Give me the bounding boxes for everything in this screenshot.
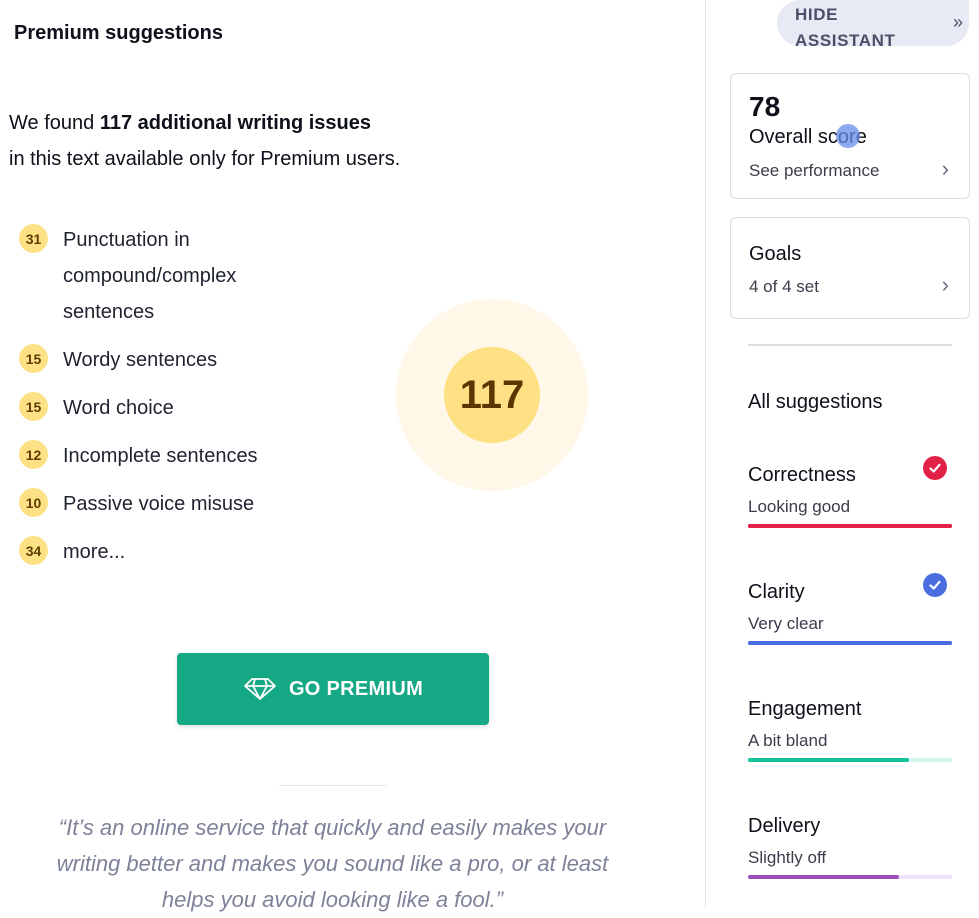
issue-count-badge: 31 bbox=[19, 224, 48, 253]
overall-score-value: 78 bbox=[749, 91, 781, 122]
category-status: Slightly off bbox=[748, 848, 827, 867]
checkmark-icon bbox=[923, 573, 947, 597]
category-progress-fill bbox=[748, 875, 899, 879]
category-status: A bit bland bbox=[748, 731, 828, 750]
issue-label: Passive voice misuse bbox=[63, 493, 255, 515]
chevron-right-icon: › bbox=[941, 272, 949, 297]
issue-count-badge: 34 bbox=[19, 536, 48, 565]
category-progress-fill bbox=[748, 641, 952, 645]
category-progress-track bbox=[748, 641, 952, 645]
category-progress-track bbox=[748, 875, 952, 879]
go-premium-label: GO PREMIUM bbox=[288, 677, 424, 700]
checkmark-icon bbox=[923, 456, 947, 480]
hide-assistant-label: HIDE ASSISTANT bbox=[795, 5, 896, 50]
issue-count-badge: 12 bbox=[19, 440, 48, 469]
issue-item: 34 more... bbox=[19, 534, 319, 570]
category-name: Engagement bbox=[748, 698, 862, 720]
category-name: Correctness bbox=[748, 464, 856, 486]
see-performance-link[interactable]: See performance bbox=[749, 161, 879, 181]
premium-issue-list: 31 Punctuation in compound/complex sente… bbox=[19, 222, 319, 582]
premium-panel: Premium suggestions We found 117 additio… bbox=[0, 0, 705, 912]
testimonial-quote: “It’s an online service that quickly and… bbox=[56, 815, 609, 912]
intro-suffix: in this text available only for Premium … bbox=[9, 148, 401, 170]
category-name: Clarity bbox=[748, 581, 805, 603]
issue-item: 12 Incomplete sentences bbox=[19, 438, 319, 474]
issue-count-badge: 15 bbox=[19, 344, 48, 373]
premium-intro: We found 117 additional writing issues i… bbox=[9, 105, 400, 177]
category-engagement[interactable]: Engagement A bit bland bbox=[748, 698, 952, 798]
intro-highlight: 117 additional writing issues bbox=[99, 112, 372, 134]
diamond-icon bbox=[244, 678, 276, 700]
issue-label: Wordy sentences bbox=[63, 349, 218, 371]
go-premium-button[interactable]: GO PREMIUM bbox=[177, 653, 489, 725]
issue-item: 15 Word choice bbox=[19, 390, 319, 426]
double-chevron-right-icon: » bbox=[952, 12, 963, 32]
all-suggestions-heading[interactable]: All suggestions bbox=[748, 391, 883, 414]
issue-label: Punctuation in compound/complex sentence… bbox=[63, 229, 237, 323]
category-status: Looking good bbox=[748, 497, 851, 516]
category-progress-track bbox=[748, 524, 952, 528]
category-progress-fill bbox=[748, 758, 910, 762]
sidebar-divider bbox=[748, 344, 952, 346]
panel-title: Premium suggestions bbox=[14, 22, 223, 44]
category-progress-track bbox=[748, 758, 952, 762]
goals-label: Goals bbox=[749, 243, 802, 265]
assistant-sidebar: HIDE ASSISTANT » 78 Overall score See pe… bbox=[705, 0, 979, 908]
overall-score-card[interactable]: 78 Overall score See performance › bbox=[730, 73, 970, 199]
overall-score-label: Overall score bbox=[749, 126, 867, 148]
category-name: Delivery bbox=[748, 815, 821, 837]
category-progress-fill bbox=[748, 524, 952, 528]
issue-item: 31 Punctuation in compound/complex sente… bbox=[19, 222, 319, 330]
intro-prefix: We found bbox=[9, 112, 100, 134]
issue-item: 15 Wordy sentences bbox=[19, 342, 319, 378]
issue-label: Word choice bbox=[63, 397, 174, 419]
hide-assistant-button[interactable]: HIDE ASSISTANT » bbox=[777, 0, 969, 50]
category-clarity[interactable]: Clarity Very clear bbox=[748, 573, 952, 681]
chevron-right-icon: › bbox=[941, 156, 949, 181]
goals-status: 4 of 4 set bbox=[749, 277, 819, 296]
issue-item: 10 Passive voice misuse bbox=[19, 486, 319, 522]
category-status: Very clear bbox=[748, 614, 824, 633]
issue-count-badge: 10 bbox=[19, 488, 48, 517]
issue-label: Incomplete sentences bbox=[63, 445, 258, 467]
divider bbox=[279, 785, 387, 786]
issue-label: more... bbox=[63, 541, 126, 563]
issue-count-badge: 15 bbox=[19, 392, 48, 421]
goals-card[interactable]: Goals 4 of 4 set › bbox=[730, 217, 970, 319]
category-correctness[interactable]: Correctness Looking good bbox=[748, 456, 952, 564]
total-issues-count: 117 bbox=[444, 347, 540, 443]
category-delivery[interactable]: Delivery Slightly off bbox=[748, 815, 952, 915]
